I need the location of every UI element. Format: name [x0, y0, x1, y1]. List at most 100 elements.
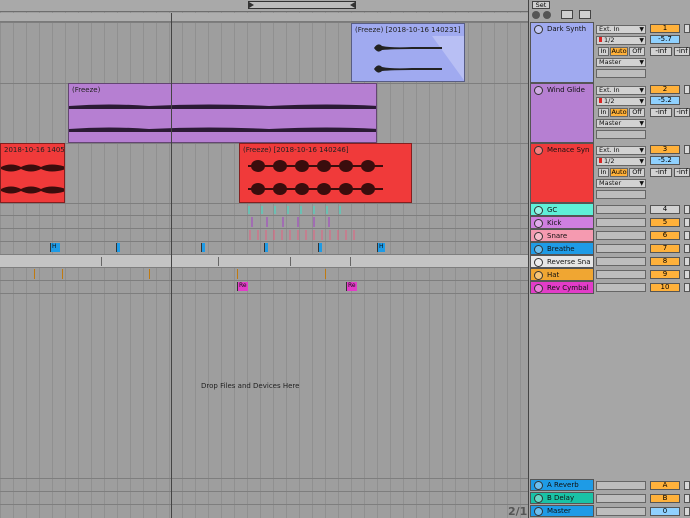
monitor-auto-button[interactable]: Auto	[610, 47, 628, 56]
fold-icon[interactable]	[534, 271, 543, 280]
track-kick[interactable]: Kick	[530, 216, 594, 229]
track-dark-synth[interactable]: Dark Synth	[530, 22, 594, 83]
output-select[interactable]	[596, 270, 646, 279]
output-select[interactable]	[596, 283, 646, 292]
hat-note[interactable]	[325, 269, 326, 279]
scrub-area[interactable]	[0, 13, 528, 22]
track-activator[interactable]: 3	[650, 145, 680, 154]
track-activator[interactable]: 6	[650, 231, 680, 240]
fold-icon[interactable]	[534, 86, 543, 95]
input-type-select[interactable]: Ext. In ▼	[596, 25, 646, 34]
fold-icon[interactable]	[534, 258, 543, 267]
output-select[interactable]	[596, 257, 646, 266]
fold-icon[interactable]	[534, 245, 543, 254]
breathe-clip[interactable]	[264, 243, 268, 252]
monitor-auto-button[interactable]: Auto	[610, 108, 628, 117]
pan-inf-field-right[interactable]: -inf	[674, 168, 690, 177]
monitor-in-button[interactable]: In	[598, 168, 609, 177]
solo-button[interactable]	[684, 270, 690, 279]
track-wind-glide[interactable]: Wind Glide	[530, 83, 594, 143]
solo-button[interactable]	[684, 244, 690, 253]
output-channel-select[interactable]	[596, 69, 646, 78]
monitor-auto-button[interactable]: Auto	[610, 168, 628, 177]
loop-start-marker-icon[interactable]	[249, 2, 254, 8]
track-activator[interactable]: 9	[650, 270, 680, 279]
rev-cymbal-clip[interactable]: Re	[346, 282, 357, 291]
solo-button[interactable]	[684, 481, 690, 490]
output-select[interactable]	[596, 218, 646, 227]
reverse-sna-marker[interactable]	[101, 257, 102, 266]
hat-note[interactable]	[149, 269, 150, 279]
track-master[interactable]: Master	[530, 505, 594, 517]
volume-field[interactable]: -5.2	[650, 96, 680, 105]
solo-button[interactable]	[684, 85, 690, 94]
solo-button[interactable]	[684, 145, 690, 154]
solo-button[interactable]	[684, 231, 690, 240]
monitor-off-button[interactable]: Off	[629, 168, 645, 177]
output-select[interactable]	[596, 231, 646, 240]
fold-icon[interactable]	[534, 284, 543, 293]
master-cue[interactable]: 0	[650, 507, 680, 516]
output-select[interactable]: Master ▼	[596, 119, 646, 128]
dark-synth-clip[interactable]: (Freeze) [2018-10-16 140231]	[351, 23, 465, 82]
solo-button[interactable]	[684, 507, 690, 516]
pan-inf-field-right[interactable]: -inf	[674, 47, 690, 56]
volume-field[interactable]: -5.2	[650, 156, 680, 165]
output-select[interactable]: Master ▼	[596, 179, 646, 188]
solo-button[interactable]	[684, 205, 690, 214]
fold-icon[interactable]	[534, 507, 543, 516]
output-select[interactable]	[596, 244, 646, 253]
breathe-clip[interactable]	[116, 243, 120, 252]
track-activator[interactable]: 2	[650, 85, 680, 94]
input-channel-select[interactable]: 1/2 ▼	[596, 97, 646, 106]
output-channel-select[interactable]	[596, 190, 646, 199]
prev-locator-icon[interactable]	[532, 11, 540, 19]
track-snare[interactable]: Snare	[530, 229, 594, 242]
output-select[interactable]	[596, 494, 646, 503]
loop-end-marker-icon[interactable]	[350, 2, 355, 8]
fold-icon[interactable]	[534, 494, 543, 503]
breathe-clip[interactable]	[318, 243, 322, 252]
track-a-reverb[interactable]: A Reverb	[530, 479, 594, 491]
input-type-select[interactable]: Ext. In ▼	[596, 146, 646, 155]
output-select[interactable]	[596, 507, 646, 516]
reverse-sna-marker[interactable]	[290, 257, 291, 266]
fold-icon[interactable]	[534, 232, 543, 241]
track-activator[interactable]: 10	[650, 283, 680, 292]
fold-icon[interactable]	[534, 206, 543, 215]
monitor-in-button[interactable]: In	[598, 108, 609, 117]
fold-icon[interactable]	[534, 146, 543, 155]
solo-button[interactable]	[684, 257, 690, 266]
fold-icon[interactable]	[534, 25, 543, 34]
input-type-select[interactable]: Ext. In ▼	[596, 86, 646, 95]
output-select[interactable]	[596, 481, 646, 490]
solo-button[interactable]	[684, 218, 690, 227]
solo-button[interactable]	[684, 283, 690, 292]
set-button[interactable]: Set	[532, 1, 550, 9]
solo-button[interactable]	[684, 494, 690, 503]
track-activator[interactable]: 5	[650, 218, 680, 227]
reverse-sna-marker[interactable]	[218, 257, 219, 266]
hat-note[interactable]	[237, 269, 238, 279]
breathe-clip[interactable]: H	[50, 243, 60, 252]
output-channel-select[interactable]	[596, 130, 646, 139]
track-rev-cymbal[interactable]: Rev Cymbal	[530, 281, 594, 294]
monitor-off-button[interactable]: Off	[629, 47, 645, 56]
track-hat[interactable]: Hat	[530, 268, 594, 281]
drum-note-marks[interactable]	[240, 204, 390, 242]
menace-syn-clip-right[interactable]: (Freeze) [2018-10-16 140246]	[239, 143, 412, 203]
rev-cymbal-clip[interactable]: Re	[237, 282, 248, 291]
lock-icon[interactable]	[579, 10, 591, 19]
output-select[interactable]: Master ▼	[596, 58, 646, 67]
track-activator[interactable]: 1	[650, 24, 680, 33]
next-locator-icon[interactable]	[543, 11, 551, 19]
input-channel-select[interactable]: 1/2 ▼	[596, 36, 646, 45]
pan-inf-field[interactable]: -inf	[650, 168, 672, 177]
hat-note[interactable]	[34, 269, 35, 279]
loop-brace[interactable]	[248, 1, 356, 9]
expand-icon[interactable]	[561, 10, 573, 19]
breathe-clip[interactable]: H	[377, 243, 385, 252]
track-menace-syn[interactable]: Menace Syn	[530, 143, 594, 203]
track-reverse-sna[interactable]: Reverse Sna	[530, 255, 594, 268]
arrangement-view[interactable]: (Freeze) [2018-10-16 140231] (Freeze) 20…	[0, 0, 528, 518]
